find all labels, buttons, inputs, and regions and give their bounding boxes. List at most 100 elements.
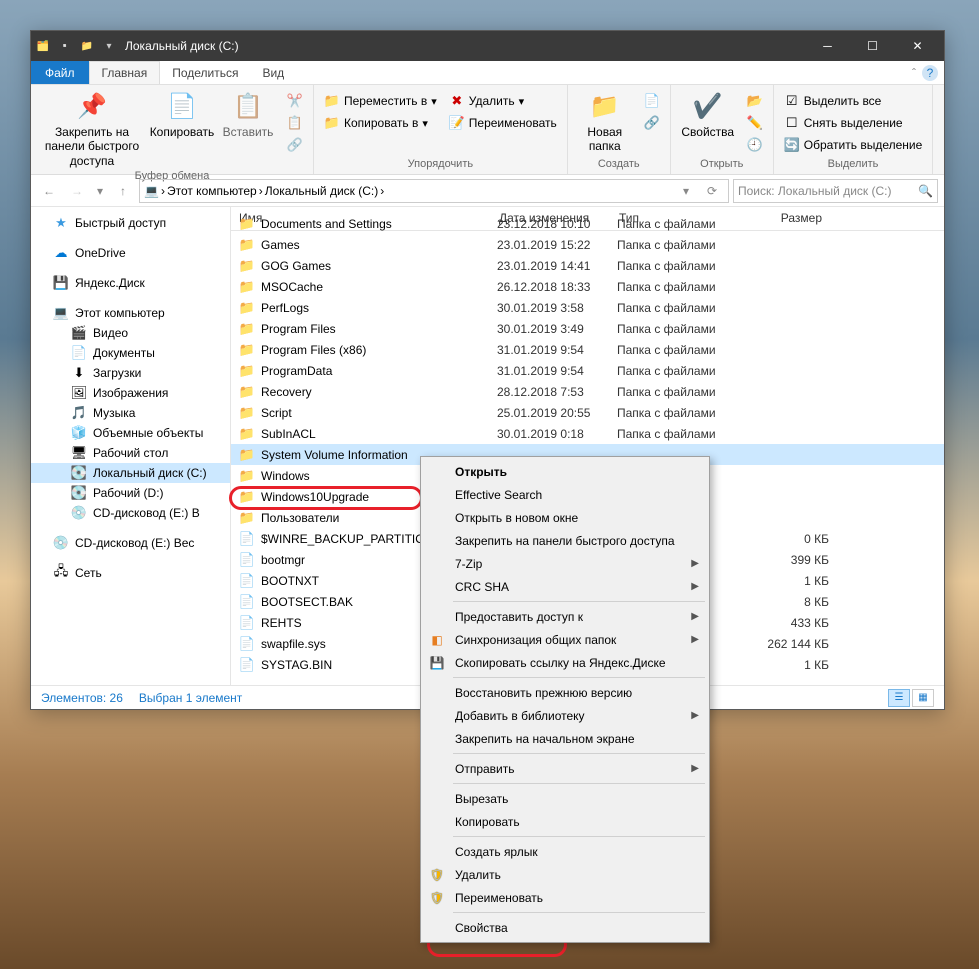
nav-cd-e[interactable]: 💿CD-дисковод (E:) В <box>31 503 230 523</box>
nav-network[interactable]: 🖧Сеть <box>31 563 230 583</box>
navigation-pane[interactable]: ★Быстрый доступ ☁OneDrive 💾Яндекс.Диск 💻… <box>31 207 231 685</box>
ribbon-collapse-icon[interactable]: ˆ <box>912 66 916 80</box>
new-folder-button[interactable]: 📁 Новая папка <box>574 87 636 154</box>
file-date: 26.12.2018 18:33 <box>497 280 617 294</box>
menu-separator <box>453 601 705 602</box>
tab-file[interactable]: Файл <box>31 61 89 84</box>
ribbon: 📌 Закрепить на панели быстрого доступа 📄… <box>31 85 944 175</box>
menu-yandex-link[interactable]: 💾Скопировать ссылку на Яндекс.Диске <box>423 651 707 674</box>
recent-button[interactable]: ▾ <box>93 179 107 203</box>
menu-pin-quick[interactable]: Закрепить на панели быстрого доступа <box>423 529 707 552</box>
file-row[interactable]: 📁PerfLogs30.01.2019 3:58Папка с файлами <box>231 297 944 318</box>
nav-cd-e2[interactable]: 💿CD-дисковод (E:) Вес <box>31 533 230 553</box>
close-button[interactable]: ✕ <box>895 31 940 61</box>
menu-send[interactable]: Отправить▶ <box>423 757 707 780</box>
titlebar[interactable]: 🗂️ ▫️ 📁 ▾ Локальный диск (C:) ─ ☐ ✕ <box>31 31 944 61</box>
qat-props-icon[interactable]: ▫️ <box>57 38 73 54</box>
nav-images[interactable]: 🖼Изображения <box>31 383 230 403</box>
select-all-button[interactable]: ☑Выделить все <box>780 91 927 111</box>
nav-desktop[interactable]: 🖥Рабочий стол <box>31 443 230 463</box>
tab-home[interactable]: Главная <box>89 61 161 84</box>
file-icon: 📄 <box>239 594 255 610</box>
menu-effective-search[interactable]: Effective Search <box>423 483 707 506</box>
breadcrumb[interactable]: 💻 › Этот компьютер › Локальный диск (C:)… <box>139 179 729 203</box>
nav-drive-d[interactable]: 💽Рабочий (D:) <box>31 483 230 503</box>
edit-button[interactable]: ✏️ <box>743 113 767 133</box>
easy-access-button[interactable]: 🔗 <box>640 113 664 133</box>
menu-shortcut[interactable]: Создать ярлык <box>423 840 707 863</box>
rename-button[interactable]: 📝Переименовать <box>445 113 561 133</box>
nav-quick-access[interactable]: ★Быстрый доступ <box>31 213 230 233</box>
pin-quick-button[interactable]: 📌 Закрепить на панели быстрого доступа <box>37 87 147 168</box>
select-none-button[interactable]: ☐Снять выделение <box>780 113 927 133</box>
file-row[interactable]: 📁Recovery28.12.2018 7:53Папка с файлами <box>231 381 944 402</box>
objects-icon: 🧊 <box>71 425 87 441</box>
file-row[interactable]: 📁GOG Games23.01.2019 14:41Папка с файлам… <box>231 255 944 276</box>
new-item-button[interactable]: 📄 <box>640 91 664 111</box>
menu-rename[interactable]: 🛡Переименовать <box>423 886 707 909</box>
forward-button[interactable]: → <box>65 179 89 203</box>
open-button[interactable]: 📂 <box>743 91 767 111</box>
copy-to-button[interactable]: 📁Копировать в ▾ <box>320 113 441 133</box>
menu-crc[interactable]: CRC SHA▶ <box>423 575 707 598</box>
menu-delete[interactable]: 🛡Удалить <box>423 863 707 886</box>
nav-music[interactable]: 🎵Музыка <box>31 403 230 423</box>
qat-dropdown-icon[interactable]: ▾ <box>101 38 117 54</box>
file-row[interactable]: 📁MSOCache26.12.2018 18:33Папка с файлами <box>231 276 944 297</box>
delete-button[interactable]: ✖Удалить ▾ <box>445 91 561 111</box>
menu-7zip[interactable]: 7-Zip▶ <box>423 552 707 575</box>
search-input[interactable]: Поиск: Локальный диск (C:) 🔍 <box>733 179 938 203</box>
file-row[interactable]: 📁Script25.01.2019 20:55Папка с файлами <box>231 402 944 423</box>
file-row[interactable]: 📁Program Files30.01.2019 3:49Папка с фай… <box>231 318 944 339</box>
minimize-button[interactable]: ─ <box>805 31 850 61</box>
help-icon[interactable]: ? <box>922 65 938 81</box>
paste-shortcut-button[interactable]: 🔗 <box>283 135 307 155</box>
nav-video[interactable]: 🎬Видео <box>31 323 230 343</box>
crumb-pc[interactable]: Этот компьютер <box>167 184 257 198</box>
menu-copy[interactable]: Копировать <box>423 810 707 833</box>
folder-icon: 📁 <box>239 468 255 484</box>
file-row[interactable]: 📁Program Files (x86)31.01.2019 9:54Папка… <box>231 339 944 360</box>
menu-sync[interactable]: ◧Синхронизация общих папок▶ <box>423 628 707 651</box>
menu-share[interactable]: Предоставить доступ к▶ <box>423 605 707 628</box>
file-row[interactable]: 📁ProgramData31.01.2019 9:54Папка с файла… <box>231 360 944 381</box>
file-row[interactable]: 📁Documents and Settings23.12.2018 10:10П… <box>231 213 944 234</box>
crumb-drive[interactable]: Локальный диск (C:) <box>265 184 379 198</box>
cut-button[interactable]: ✂️ <box>283 91 307 111</box>
tab-share[interactable]: Поделиться <box>160 61 250 84</box>
invert-selection-button[interactable]: 🔄Обратить выделение <box>780 135 927 155</box>
maximize-button[interactable]: ☐ <box>850 31 895 61</box>
chevron-right-icon: ▶ <box>691 581 699 592</box>
back-button[interactable]: ← <box>37 179 61 203</box>
qat-folder-icon[interactable]: 📁 <box>79 38 95 54</box>
nav-this-pc[interactable]: 💻Этот компьютер <box>31 303 230 323</box>
nav-downloads[interactable]: ⬇Загрузки <box>31 363 230 383</box>
file-row[interactable]: 📁SubInACL30.01.2019 0:18Папка с файлами <box>231 423 944 444</box>
menu-restore[interactable]: Восстановить прежнюю версию <box>423 681 707 704</box>
copy-path-button[interactable]: 📋 <box>283 113 307 133</box>
nav-drive-c[interactable]: 💽Локальный диск (C:) <box>31 463 230 483</box>
menu-cut[interactable]: Вырезать <box>423 787 707 810</box>
move-to-button[interactable]: 📁Переместить в ▾ <box>320 91 441 111</box>
view-icons-button[interactable]: ▦ <box>912 689 934 707</box>
menu-open[interactable]: Открыть <box>423 460 707 483</box>
nav-onedrive[interactable]: ☁OneDrive <box>31 243 230 263</box>
file-row[interactable]: 📁Games23.01.2019 15:22Папка с файлами <box>231 234 944 255</box>
paste-button[interactable]: 📋 Вставить <box>217 87 279 139</box>
menu-pin-start[interactable]: Закрепить на начальном экране <box>423 727 707 750</box>
view-details-button[interactable]: ☰ <box>888 689 910 707</box>
breadcrumb-dropdown-icon[interactable]: ▾ <box>674 179 698 203</box>
properties-button[interactable]: ✔️ Свойства <box>677 87 739 139</box>
nav-documents[interactable]: 📄Документы <box>31 343 230 363</box>
refresh-button[interactable]: ⟳ <box>700 179 724 203</box>
nav-objects[interactable]: 🧊Объемные объекты <box>31 423 230 443</box>
up-button[interactable]: ↑ <box>111 179 135 203</box>
history-button[interactable]: 🕘 <box>743 135 767 155</box>
copy-button[interactable]: 📄 Копировать <box>151 87 213 139</box>
nav-yandex[interactable]: 💾Яндекс.Диск <box>31 273 230 293</box>
menu-library[interactable]: Добавить в библиотеку▶ <box>423 704 707 727</box>
menu-properties[interactable]: Свойства <box>423 916 707 939</box>
menu-open-new[interactable]: Открыть в новом окне <box>423 506 707 529</box>
tab-view[interactable]: Вид <box>250 61 296 84</box>
select-group-label: Выделить <box>780 156 927 172</box>
